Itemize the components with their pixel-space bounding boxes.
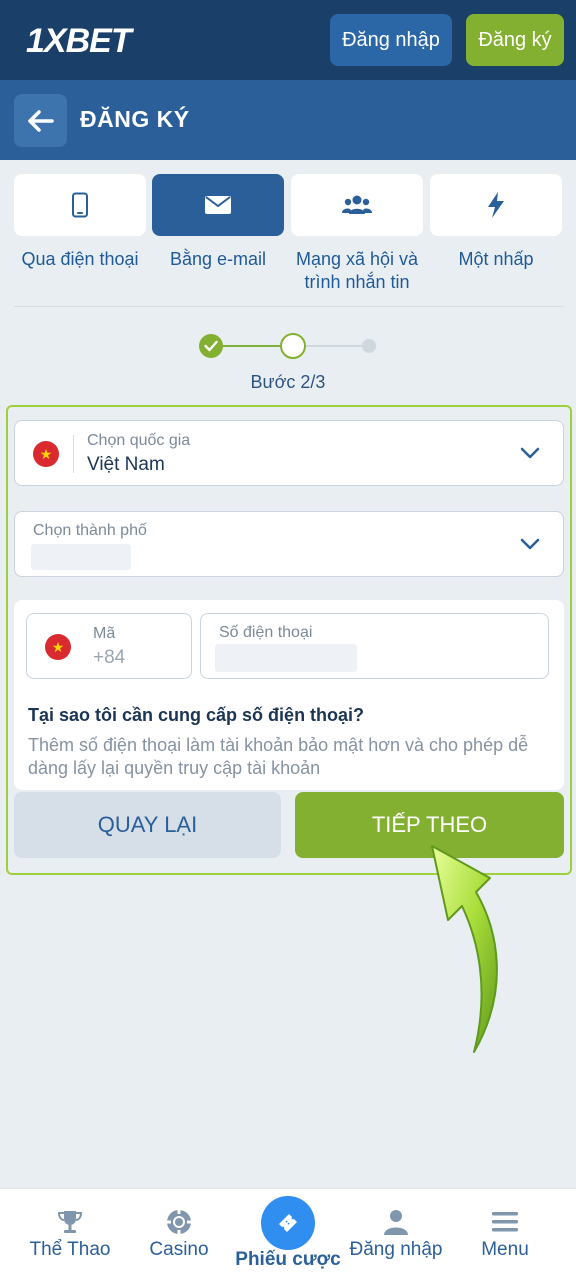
users-icon bbox=[342, 195, 372, 214]
trophy-icon bbox=[57, 1211, 83, 1233]
method-oneclick-label[interactable]: Một nhấp bbox=[426, 248, 566, 271]
method-social-card[interactable] bbox=[291, 174, 423, 236]
phone-number-input[interactable]: Số điện thoại bbox=[200, 613, 549, 679]
casino-chip-icon bbox=[167, 1210, 191, 1234]
ticket-icon bbox=[279, 1214, 297, 1232]
nav-menu-label: Menu bbox=[481, 1239, 529, 1260]
step-label: Bước 2/3 bbox=[250, 372, 326, 392]
check-icon bbox=[204, 340, 218, 352]
register-button[interactable]: Đăng ký bbox=[466, 14, 564, 66]
method-oneclick-card[interactable] bbox=[430, 174, 562, 236]
pointer-arrow-icon bbox=[431, 845, 498, 1053]
step-3-pending bbox=[362, 339, 376, 353]
hamburger-menu-icon bbox=[492, 1212, 518, 1232]
nav-login-label: Đăng nhập bbox=[349, 1239, 443, 1260]
phone-value-blurred bbox=[215, 644, 357, 672]
method-email-card[interactable] bbox=[152, 174, 284, 236]
city-label: Chọn thành phố bbox=[33, 522, 147, 539]
nav-menu[interactable]: Menu bbox=[450, 1189, 560, 1280]
nav-betslip-label[interactable]: Phiếu cược bbox=[226, 1249, 350, 1271]
method-social-label[interactable]: Mạng xã hội và trình nhắn tin bbox=[287, 248, 427, 294]
nav-betslip[interactable] bbox=[261, 1196, 315, 1250]
page-title: ĐĂNG KÝ bbox=[80, 106, 190, 132]
method-email-label[interactable]: Bằng e-mail bbox=[148, 248, 288, 271]
nav-casino-label: Casino bbox=[149, 1239, 209, 1260]
user-icon bbox=[384, 1210, 408, 1235]
chevron-down-icon bbox=[520, 447, 540, 459]
country-select[interactable]: ★ Chọn quốc gia Việt Nam bbox=[14, 420, 564, 486]
phone-icon bbox=[72, 192, 88, 218]
brand-logo[interactable]: 1XBET bbox=[26, 22, 132, 61]
chevron-down-icon bbox=[520, 538, 540, 550]
step-1-complete bbox=[199, 334, 223, 358]
country-code-field[interactable]: ★ Mã +84 bbox=[26, 613, 192, 679]
arrow-left-icon bbox=[27, 109, 54, 132]
phone-label: Số điện thoại bbox=[219, 624, 313, 641]
code-value: +84 bbox=[93, 647, 126, 668]
top-bar: 1XBET Đăng nhập Đăng ký bbox=[0, 0, 576, 80]
city-value-blurred bbox=[31, 544, 131, 570]
back-step-button[interactable]: QUAY LẠI bbox=[14, 792, 281, 858]
nav-casino[interactable]: Casino bbox=[124, 1189, 234, 1280]
back-button[interactable] bbox=[14, 94, 67, 147]
nav-login[interactable]: Đăng nhập bbox=[341, 1189, 451, 1280]
country-label: Chọn quốc gia bbox=[87, 432, 191, 449]
vietnam-flag-icon: ★ bbox=[45, 634, 71, 660]
why-phone-title: Tại sao tôi cần cung cấp số điện thoại? bbox=[28, 705, 365, 725]
vietnam-flag-icon: ★ bbox=[33, 441, 59, 467]
city-select[interactable]: Chọn thành phố bbox=[14, 511, 564, 577]
stepper-line-complete bbox=[220, 345, 284, 347]
stepper-line-pending bbox=[303, 345, 363, 347]
code-label: Mã bbox=[93, 625, 116, 642]
field-separator bbox=[73, 435, 74, 473]
country-value: Việt Nam bbox=[87, 454, 165, 475]
method-phone-card[interactable] bbox=[14, 174, 146, 236]
why-phone-text: Thêm số điện thoại làm tài khoản bảo mật… bbox=[28, 735, 529, 778]
divider bbox=[14, 306, 564, 307]
envelope-icon bbox=[205, 196, 231, 214]
step-2-current bbox=[280, 333, 306, 359]
login-button[interactable]: Đăng nhập bbox=[330, 14, 452, 66]
nav-sports[interactable]: Thể Thao bbox=[15, 1189, 125, 1280]
page-header: ĐĂNG KÝ bbox=[0, 80, 576, 160]
lightning-icon bbox=[488, 192, 504, 218]
method-phone-label[interactable]: Qua điện thoại bbox=[10, 248, 150, 271]
nav-sports-label: Thể Thao bbox=[29, 1239, 111, 1260]
